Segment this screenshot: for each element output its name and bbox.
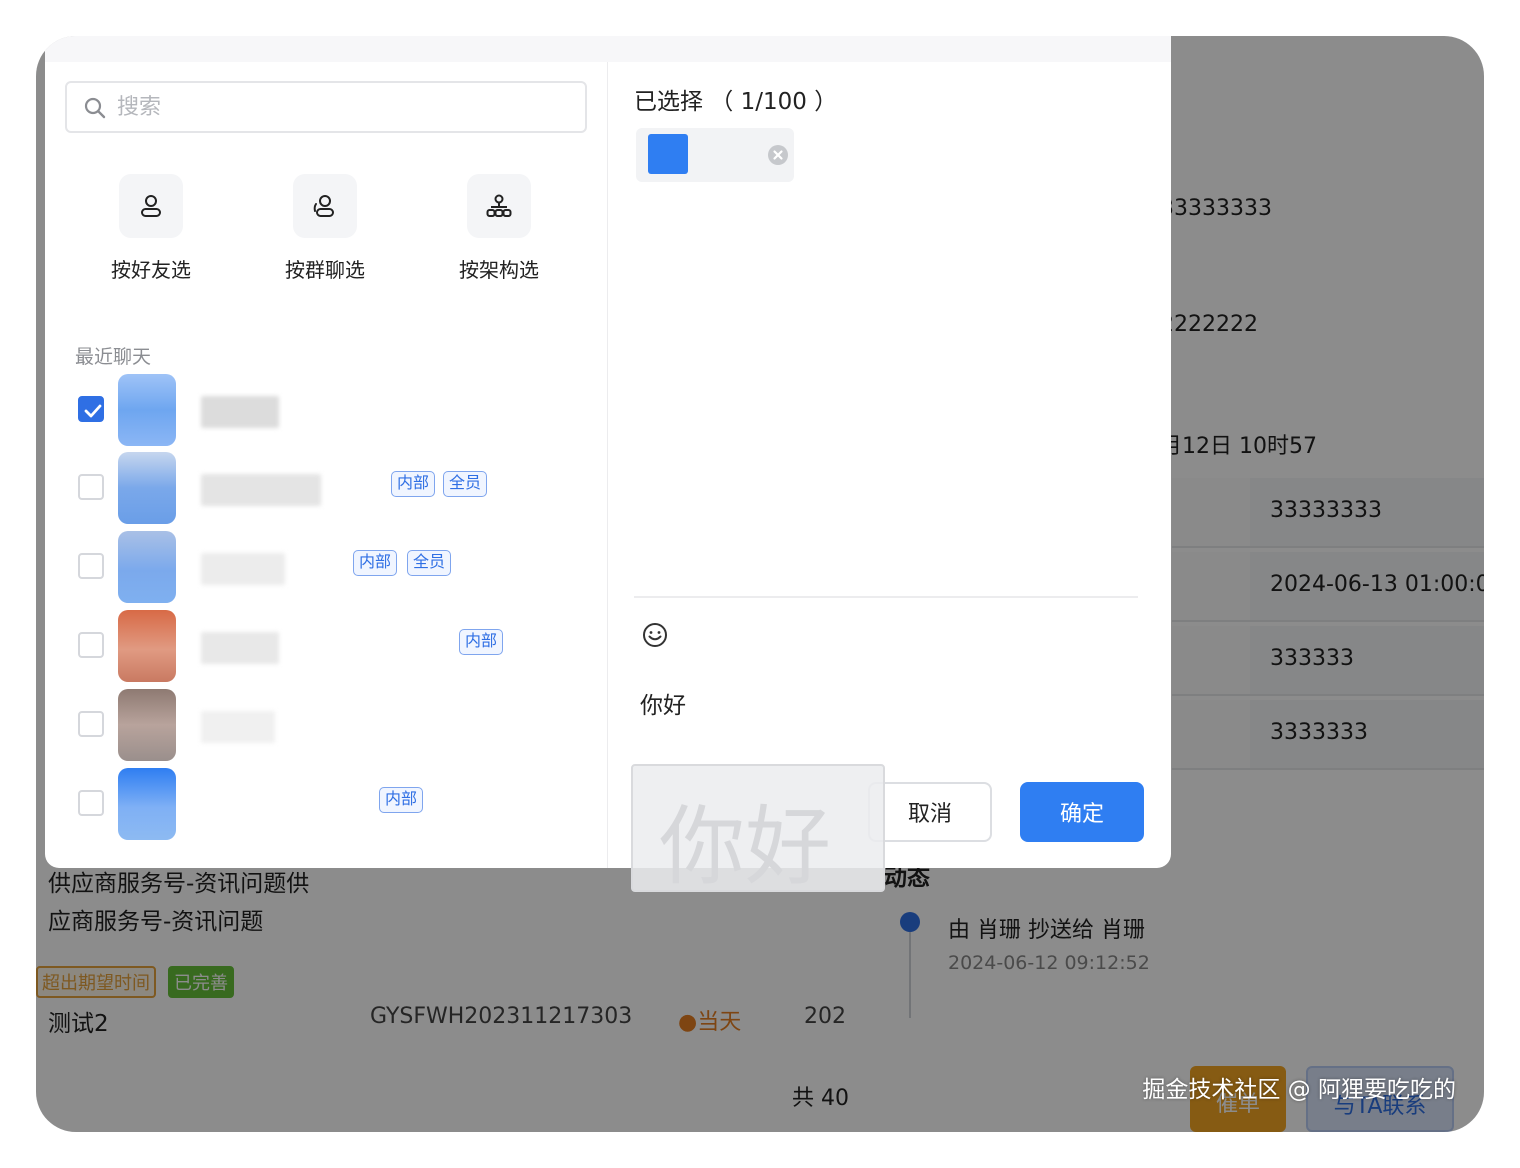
contact-name <box>201 711 275 743</box>
avatar <box>118 452 176 524</box>
avatar <box>118 768 176 840</box>
contact-row[interactable] <box>65 374 585 446</box>
contact-checkbox[interactable] <box>78 790 104 816</box>
contact-checkbox[interactable] <box>78 396 104 422</box>
contact-row[interactable]: 内部 全员 <box>65 452 585 524</box>
all-staff-badge: 全员 <box>443 471 488 497</box>
drag-preview: 你好 <box>631 764 885 892</box>
contact-row[interactable]: 内部 <box>65 768 585 840</box>
mode-label: 按好友选 <box>111 258 191 282</box>
search-icon <box>84 97 106 119</box>
selected-pane: 已选择 （ 1/100 ） 你好 取消 确定 <box>608 62 1171 868</box>
contact-name <box>201 474 321 506</box>
confirm-button[interactable]: 确定 <box>1020 782 1144 842</box>
avatar <box>118 610 176 682</box>
contact-checkbox[interactable] <box>78 711 104 737</box>
contact-row[interactable]: 内部 <box>65 610 585 682</box>
avatar <box>118 531 176 603</box>
contact-row[interactable] <box>65 689 585 761</box>
contact-name <box>201 553 285 585</box>
avatar <box>118 689 176 761</box>
dialog-header <box>45 36 1171 62</box>
select-by-friends-button[interactable]: 按好友选 <box>76 174 226 283</box>
internal-badge: 内部 <box>391 471 436 497</box>
mode-label: 按群聊选 <box>285 258 365 282</box>
close-icon <box>773 150 783 160</box>
mode-label: 按架构选 <box>459 258 539 282</box>
message-input[interactable]: 你好 <box>640 686 1120 720</box>
group-icon <box>313 195 334 217</box>
contact-row[interactable]: 内部 全员 <box>65 531 585 603</box>
avatar <box>118 374 176 446</box>
contact-checkbox[interactable] <box>78 632 104 658</box>
remove-icon[interactable] <box>768 145 788 165</box>
contact-checkbox[interactable] <box>78 553 104 579</box>
search-input[interactable] <box>117 91 557 123</box>
cancel-button[interactable]: 取消 <box>868 782 992 842</box>
editor-divider <box>634 596 1138 598</box>
user-icon <box>141 195 161 217</box>
contact-name <box>201 632 279 664</box>
selected-contact-chip <box>636 128 794 182</box>
emoji-icon[interactable] <box>642 622 668 648</box>
internal-badge: 内部 <box>459 629 504 655</box>
contact-picker-pane: 按好友选 按群聊选 <box>45 62 607 868</box>
search-box[interactable] <box>65 81 587 133</box>
app-window: 33333333 2222222 月12日 10时57 33333333 202… <box>36 36 1484 1132</box>
internal-badge: 内部 <box>379 787 424 813</box>
recent-chats-title: 最近聊天 <box>75 346 152 368</box>
select-by-group-chat-button[interactable]: 按群聊选 <box>250 174 400 283</box>
drag-preview-text: 你好 <box>659 797 831 892</box>
contact-checkbox[interactable] <box>78 474 104 500</box>
select-recipients-dialog: 按好友选 按群聊选 <box>45 36 1171 868</box>
checkmark-icon <box>84 404 102 418</box>
select-by-org-structure-button[interactable]: 按架构选 <box>424 174 574 283</box>
org-structure-icon <box>486 194 512 217</box>
internal-badge: 内部 <box>353 550 398 576</box>
all-staff-badge: 全员 <box>407 550 452 576</box>
watermark: 掘金技术社区 @ 阿狸要吃吃的 <box>1142 1077 1456 1103</box>
contact-name <box>201 396 279 428</box>
avatar <box>648 134 688 174</box>
selected-count-title: 已选择 （ 1/100 ） <box>634 89 838 115</box>
